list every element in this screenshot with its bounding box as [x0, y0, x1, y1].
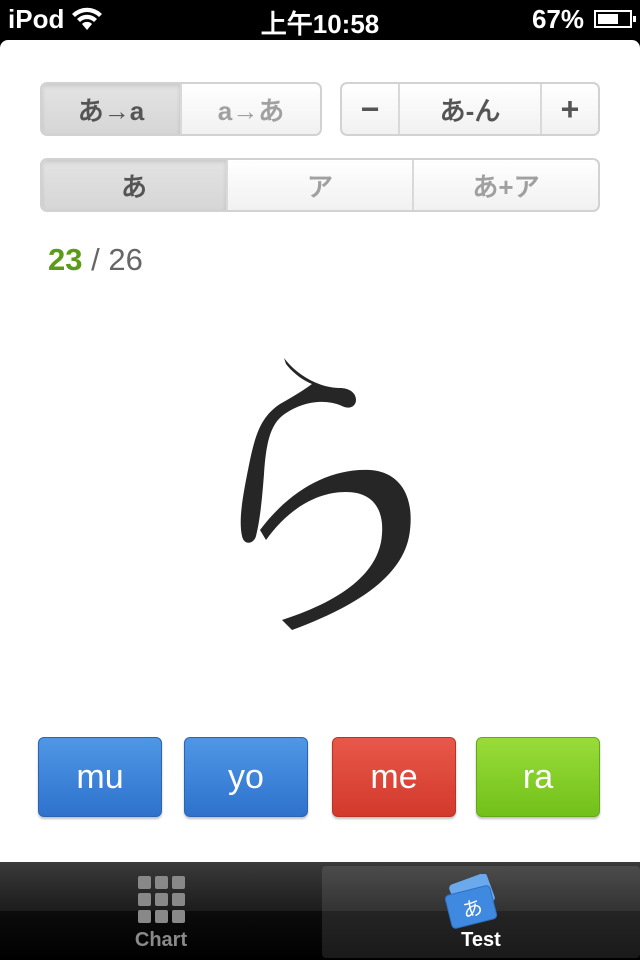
segment-both[interactable]: あ+ア	[412, 160, 598, 210]
tab-bar: Chart あ Test	[0, 862, 640, 960]
battery-icon	[594, 10, 636, 28]
segment-katakana[interactable]: ア	[226, 160, 412, 210]
progress-current: 23	[48, 242, 83, 277]
status-bar: iPod 上午10:58 67%	[0, 0, 640, 40]
range-label[interactable]: あ-ん	[398, 84, 540, 134]
question-character: ら	[240, 358, 411, 630]
flashcard-icon: あ	[444, 874, 498, 929]
battery-percent: 67%	[531, 4, 584, 34]
tab-test[interactable]: あ Test	[322, 866, 640, 958]
script-segmented-control: あ ア あ+ア	[40, 158, 600, 212]
tab-chart-label: Chart	[134, 929, 188, 951]
tab-test-label: Test	[461, 929, 501, 951]
answer-buttons: mu yo me ra	[38, 737, 602, 819]
segment-hiragana[interactable]: あ	[42, 160, 226, 210]
answer-button-1[interactable]: mu	[38, 737, 162, 817]
range-control: − あ-ん +	[340, 82, 600, 136]
segment-romaji-to-kana[interactable]: a→あ	[180, 84, 320, 134]
progress-separator: /	[82, 242, 109, 277]
grid-icon	[138, 876, 186, 924]
direction-segmented-control: あ→a a→あ	[40, 82, 322, 136]
range-minus-button[interactable]: −	[342, 84, 398, 134]
progress-total: 26	[108, 242, 143, 277]
progress-counter: 23 / 26	[48, 242, 143, 278]
range-plus-button[interactable]: +	[540, 84, 598, 134]
tab-chart[interactable]: Chart	[2, 866, 320, 958]
answer-button-4[interactable]: ra	[476, 737, 600, 817]
answer-button-2[interactable]: yo	[184, 737, 308, 817]
test-screen: あ→a a→あ − あ-ん + あ ア あ+ア 23 / 26 ら mu yo …	[0, 40, 640, 862]
segment-kana-to-romaji[interactable]: あ→a	[42, 84, 180, 134]
answer-button-3[interactable]: me	[332, 737, 456, 817]
